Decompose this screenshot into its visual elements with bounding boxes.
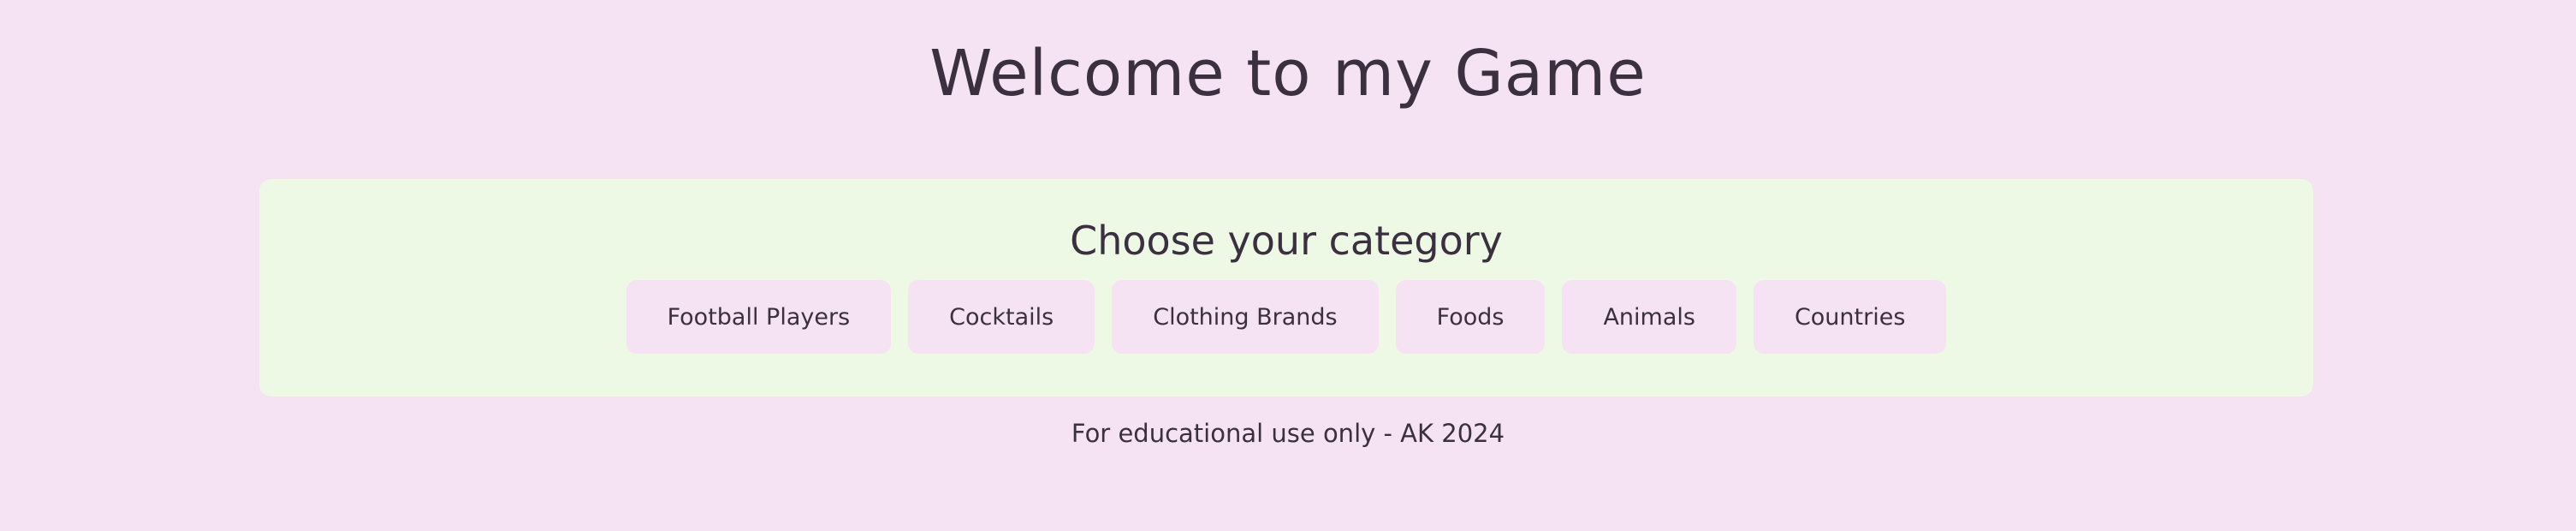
category-panel: Choose your category Football Players Co… — [259, 179, 2313, 397]
page-title: Welcome to my Game — [929, 37, 1647, 110]
category-button-foods[interactable]: Foods — [1395, 280, 1546, 354]
footer-text: For educational use only - AK 2024 — [1071, 419, 1505, 448]
category-button-cocktails[interactable]: Cocktails — [908, 280, 1095, 354]
category-heading: Choose your category — [1070, 218, 1503, 264]
category-button-list: Football Players Cocktails Clothing Bran… — [259, 280, 2313, 354]
category-button-clothing-brands[interactable]: Clothing Brands — [1112, 280, 1379, 354]
category-button-football-players[interactable]: Football Players — [626, 280, 892, 354]
category-button-countries[interactable]: Countries — [1753, 280, 1947, 354]
category-button-animals[interactable]: Animals — [1562, 280, 1736, 354]
